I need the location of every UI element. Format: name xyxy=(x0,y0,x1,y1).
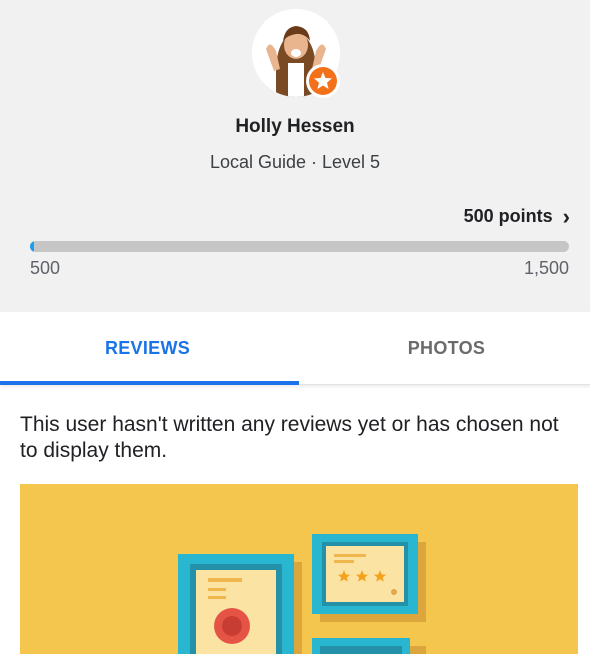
points-label: 500 points xyxy=(463,206,553,226)
tab-reviews[interactable]: REVIEWS xyxy=(0,312,295,384)
progress-min-label: 500 xyxy=(30,258,61,278)
profile-tabs: REVIEWS PHOTOS xyxy=(0,312,590,385)
user-level: Local Guide · Level 5 xyxy=(209,152,381,172)
empty-reviews-message: This user hasn't written any reviews yet… xyxy=(20,413,559,462)
chevron-right-icon: › xyxy=(562,203,570,229)
certificates-illustration xyxy=(20,484,578,654)
user-name: Holly Hessen xyxy=(235,116,355,137)
progress-max-label: 1,500 xyxy=(523,258,569,278)
tab-photos[interactable]: PHOTOS xyxy=(299,312,590,384)
level-progress-bar xyxy=(30,241,569,252)
empty-state-illustration xyxy=(20,484,578,654)
points-link[interactable]: 500 points › xyxy=(463,203,570,229)
level-progress-fill xyxy=(30,241,34,252)
profile-header: Holly Hessen Local Guide · Level 5 500 p… xyxy=(0,0,590,312)
star-badge-icon xyxy=(314,72,332,89)
active-tab-indicator xyxy=(0,381,299,385)
local-guide-badge xyxy=(306,64,340,98)
